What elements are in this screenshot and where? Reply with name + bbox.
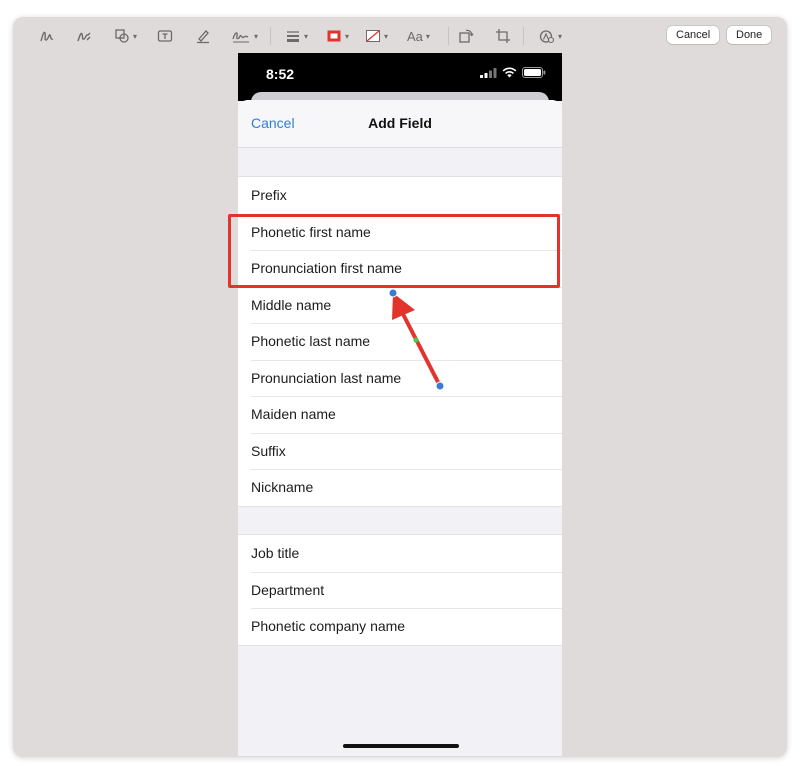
status-icons <box>480 67 546 78</box>
status-time: 8:52 <box>266 66 295 82</box>
list-item[interactable]: Job title <box>238 535 562 572</box>
list-item[interactable]: Phonetic last name <box>238 323 562 360</box>
chevron-down-icon: ▾ <box>254 31 259 41</box>
navigation-bar: Cancel Add Field <box>238 100 562 148</box>
text-style-icon[interactable]: Aa ▾ <box>407 26 430 46</box>
work-fields-group: Job title Department Phonetic company na… <box>238 534 562 646</box>
chevron-down-icon: ▾ <box>558 31 563 41</box>
highlight-icon[interactable] <box>195 26 211 46</box>
highlight-rectangle-annotation[interactable] <box>228 214 560 288</box>
list-item[interactable]: Nickname <box>238 469 562 506</box>
wifi-icon <box>502 67 517 78</box>
list-item-label: Suffix <box>251 442 286 459</box>
cellular-signal-icon <box>480 68 497 78</box>
home-indicator <box>343 744 459 748</box>
list-item[interactable]: Phonetic company name <box>238 608 562 645</box>
list-item-label: Maiden name <box>251 406 336 422</box>
list-item-label: Phonetic company name <box>251 618 406 634</box>
list-item[interactable]: Department <box>238 571 562 609</box>
markup-options-icon[interactable]: ▾ <box>539 26 562 46</box>
line-style-icon[interactable]: ▾ <box>285 26 308 46</box>
markup-toolbar: ▾ ▾ ▾ ▾ ▾ Aa ▾ ▾ Cancel Done <box>13 17 787 57</box>
list-item[interactable]: Maiden name <box>238 396 562 433</box>
text-style-label: Aa <box>407 28 423 44</box>
list-item[interactable]: Suffix <box>238 432 562 470</box>
signature-icon[interactable]: ▾ <box>231 26 258 46</box>
list-item-label: Prefix <box>251 187 287 203</box>
list-item-label: Job title <box>251 545 300 561</box>
list-item[interactable]: Prefix <box>238 177 562 214</box>
toolbar-divider <box>270 27 271 45</box>
markup-window: ▾ ▾ ▾ ▾ ▾ Aa ▾ ▾ Cancel Done 8:52 Cancel… <box>13 17 787 757</box>
crop-icon[interactable] <box>495 26 511 46</box>
list-item-label: Middle name <box>251 296 332 313</box>
list-item-label: Phonetic last name <box>251 333 371 349</box>
shapes-icon[interactable]: ▾ <box>114 26 137 46</box>
toolbar-divider <box>523 27 524 45</box>
nav-title: Add Field <box>368 115 432 131</box>
list-item[interactable]: Middle name <box>238 286 562 324</box>
phone-screenshot: 8:52 Cancel Add Field Prefix Phonetic fi… <box>238 53 562 756</box>
cancel-button[interactable]: Cancel <box>667 26 720 44</box>
chevron-down-icon: ▾ <box>425 31 430 41</box>
chevron-down-icon: ▾ <box>384 31 389 41</box>
battery-icon <box>522 67 546 78</box>
list-item-label: Department <box>251 581 325 598</box>
chevron-down-icon: ▾ <box>345 31 350 41</box>
list-item-label: Nickname <box>251 479 314 495</box>
add-field-sheet: Cancel Add Field Prefix Phonetic first n… <box>238 100 562 756</box>
list-item-label: Pronunciation last name <box>251 369 402 386</box>
chevron-down-icon: ▾ <box>304 31 309 41</box>
text-box-icon[interactable] <box>157 26 173 46</box>
fill-color-icon[interactable]: ▾ <box>365 26 388 46</box>
draw-icon[interactable] <box>76 26 92 46</box>
list-item[interactable]: Pronunciation last name <box>238 359 562 397</box>
done-button[interactable]: Done <box>727 26 772 44</box>
rotate-icon[interactable] <box>458 26 474 46</box>
sketch-icon[interactable] <box>39 26 55 46</box>
border-color-icon[interactable]: ▾ <box>326 26 349 46</box>
chevron-down-icon: ▾ <box>133 31 138 41</box>
toolbar-divider <box>448 27 449 45</box>
